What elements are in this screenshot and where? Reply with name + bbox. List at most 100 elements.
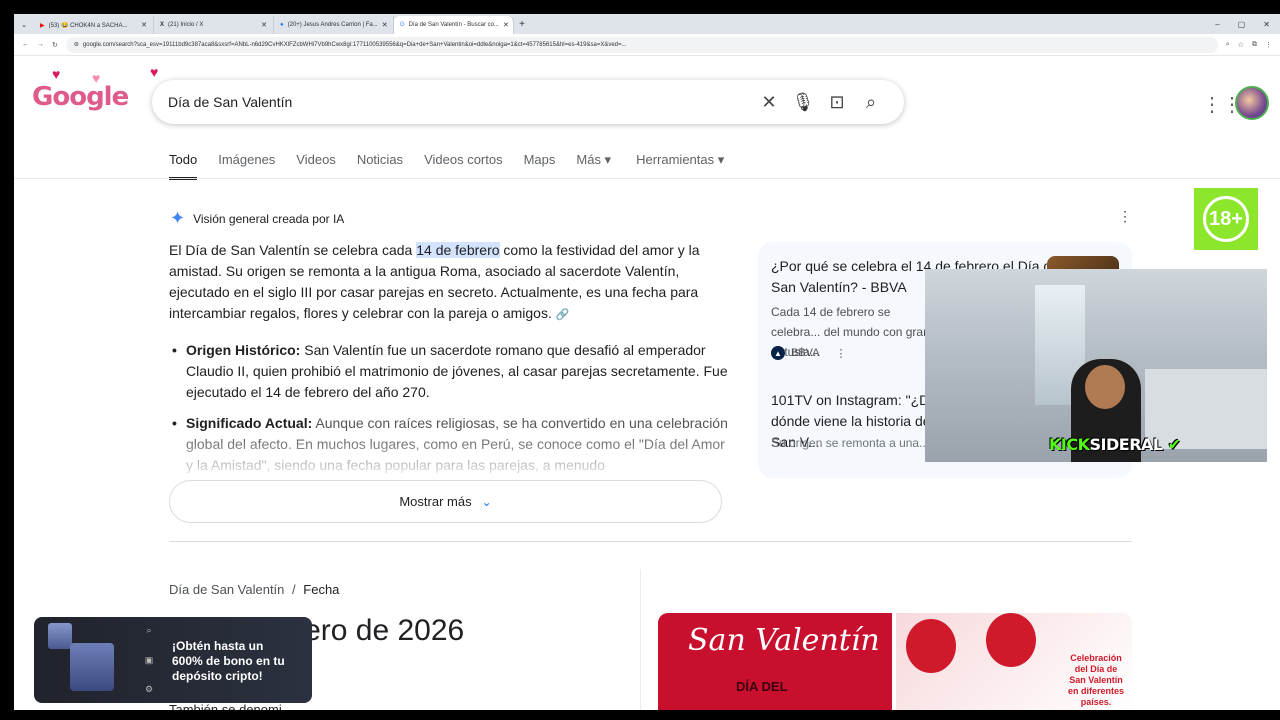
chevron-down-icon: ⌄ xyxy=(481,494,492,509)
facebook-icon: ● xyxy=(280,22,284,28)
camera-lens-icon[interactable]: ⊡ xyxy=(820,85,854,119)
search-box[interactable]: Día de San Valentín ✕ 🎙 ⊡ ⌕ xyxy=(152,80,904,124)
lock-icon[interactable]: ▣ xyxy=(145,655,154,666)
bbva-logo-icon: ▲ xyxy=(771,346,785,360)
avatar[interactable] xyxy=(1235,86,1269,120)
tab-noticias[interactable]: Noticias xyxy=(357,152,403,180)
verified-check-icon: ✔ xyxy=(1167,435,1181,454)
webcam-overlay: KICKSIDERAL ✔ xyxy=(925,269,1267,462)
search-icon[interactable]: ⌕ xyxy=(854,85,888,119)
list-item: Origen Histórico: San Valentín fue un sa… xyxy=(172,340,734,403)
tab-search-dropdown[interactable]: ⌄ xyxy=(14,16,34,34)
result-image[interactable]: San Valentín DÍA DEL xyxy=(658,613,892,710)
streamer-name: SIDERAL xyxy=(1089,435,1164,454)
source-attribution: ▲ BBVA ⋮ xyxy=(771,346,847,360)
browser-tab-youtube[interactable]: ▶ (53) 😂 CHOK4N a SACHA... ✕ xyxy=(34,16,154,34)
search-input[interactable]: Día de San Valentín xyxy=(168,94,752,110)
tab-imagenes[interactable]: Imágenes xyxy=(218,152,275,180)
bullet-title: Significado Actual: xyxy=(186,415,313,431)
tab-maps[interactable]: Maps xyxy=(524,152,556,180)
url-field[interactable]: ⊜ google.com/search?sca_esv=19111bd9c387… xyxy=(65,36,1218,53)
browser-tab-x[interactable]: X (21) Inicio / X ✕ xyxy=(154,16,274,34)
close-icon[interactable]: ✕ xyxy=(261,21,267,29)
kick-label: KICK xyxy=(1049,435,1090,454)
tab-label: (53) 😂 CHOK4N a SACHA... xyxy=(48,22,128,29)
new-tab-button[interactable]: + xyxy=(514,19,530,30)
column-divider xyxy=(640,569,641,710)
reload-icon[interactable]: ↻ xyxy=(52,41,58,49)
google-doodle-logo[interactable]: ♥ ♥ ♥ Google xyxy=(32,64,158,122)
ai-sparkle-icon: ✦ xyxy=(170,208,186,228)
source-name: BBVA xyxy=(791,347,820,359)
more-options-icon[interactable]: ⋮ xyxy=(1118,208,1132,225)
ai-overview-summary: El Día de San Valentín se celebra cada 1… xyxy=(169,240,729,326)
extensions-icon[interactable]: ⧉ xyxy=(1252,41,1257,49)
settings-icon[interactable]: ⚙ xyxy=(145,684,153,695)
section-divider xyxy=(169,541,1132,542)
close-icon[interactable]: ✕ xyxy=(503,21,509,29)
age-badge-text: 18+ xyxy=(1203,196,1249,242)
clear-icon[interactable]: ✕ xyxy=(752,85,786,119)
ai-overview-header: ✦ Visión general creada por IA xyxy=(170,208,344,229)
image-title: San Valentín xyxy=(688,623,880,658)
breadcrumb: Día de San Valentín / Fecha xyxy=(169,582,339,597)
close-window-icon[interactable]: ✕ xyxy=(1263,20,1270,29)
browser-tab-facebook[interactable]: ● (20+) Jesus Andres Carrion | Fa... ✕ xyxy=(274,16,394,34)
tab-todo[interactable]: Todo xyxy=(169,152,198,180)
search-icon[interactable]: ⌕ xyxy=(146,625,151,636)
more-options-icon[interactable]: ⋮ xyxy=(836,347,847,360)
balloon-icon xyxy=(986,613,1036,667)
breadcrumb-separator: / xyxy=(292,582,296,597)
streamer-watermark: KICKSIDERAL ✔ xyxy=(1049,435,1181,454)
search-nav-tabs: Todo Imágenes Videos Noticias Videos cor… xyxy=(169,152,724,180)
ad-message: ¡Obtén hasta un 600% de bono en tu depós… xyxy=(172,639,285,683)
close-icon[interactable]: ✕ xyxy=(141,21,147,29)
header-divider xyxy=(14,178,1280,179)
url-text: google.com/search?sca_esv=19111bd9c387ac… xyxy=(82,41,627,48)
age-18-badge: 18+ xyxy=(1194,188,1258,250)
tab-label: (20+) Jesus Andres Carrion | Fa... xyxy=(287,22,378,28)
ai-overview-title: Visión general creada por IA xyxy=(193,211,345,226)
logo-wordmark: Google xyxy=(32,82,129,112)
tab-strip: ⌄ ▶ (53) 😂 CHOK4N a SACHA... ✕ X (21) In… xyxy=(14,14,1280,34)
google-icon: G xyxy=(400,22,405,28)
gift-box-icon xyxy=(70,643,114,691)
maximize-icon[interactable]: ▢ xyxy=(1238,20,1246,29)
link-icon[interactable]: 🔗 xyxy=(556,309,570,321)
heart-icon: ♥ xyxy=(150,64,159,80)
menu-icon[interactable]: ⋮ xyxy=(1265,41,1272,49)
image-caption: Celebración del Día de San Valentín en d… xyxy=(1067,653,1125,707)
site-info-icon[interactable]: ⊜ xyxy=(74,41,79,48)
tab-herramientas[interactable]: Herramientas ▾ xyxy=(636,152,724,180)
forward-icon[interactable]: → xyxy=(37,41,44,48)
breadcrumb-root[interactable]: Día de San Valentín xyxy=(169,582,284,597)
highlighted-date: 14 de febrero xyxy=(416,242,500,258)
bookmark-star-icon[interactable]: ☆ xyxy=(1238,41,1244,49)
summary-text: El Día de San Valentín se celebra cada xyxy=(169,242,417,258)
breadcrumb-current: Fecha xyxy=(303,582,340,597)
tab-label: (21) Inicio / X xyxy=(168,22,204,28)
youtube-icon: ▶ xyxy=(40,22,45,29)
back-icon[interactable]: ← xyxy=(22,41,29,48)
tab-videos[interactable]: Videos xyxy=(296,152,336,180)
address-bar: ← → ↻ ⊜ google.com/search?sca_esv=19111b… xyxy=(14,34,1280,56)
microphone-icon[interactable]: 🎙 xyxy=(786,85,820,119)
close-icon[interactable]: ✕ xyxy=(382,21,388,29)
gift-box-icon xyxy=(48,623,72,649)
minimize-icon[interactable]: – xyxy=(1215,20,1219,29)
show-more-button[interactable]: Mostrar más ⌄ xyxy=(169,480,722,523)
bullet-title: Origen Histórico: xyxy=(186,342,301,358)
streamer-face xyxy=(1085,365,1125,409)
x-icon: X xyxy=(160,22,165,28)
result-image[interactable]: Celebración del Día de San Valentín en d… xyxy=(896,613,1132,710)
heart-icon: ♥ xyxy=(52,66,61,82)
zoom-icon[interactable]: ⌕ xyxy=(1226,41,1230,49)
tab-label: Día de San Valentín - Buscar co... xyxy=(408,22,499,28)
tab-videos-cortos[interactable]: Videos cortos xyxy=(424,152,503,180)
browser-tab-google[interactable]: G Día de San Valentín - Buscar co... ✕ xyxy=(394,16,514,34)
also-known-label: También se denomi... xyxy=(169,702,293,710)
tab-mas[interactable]: Más ▾ xyxy=(576,152,611,180)
browser-window: ⌄ ▶ (53) 😂 CHOK4N a SACHA... ✕ X (21) In… xyxy=(14,14,1280,710)
content-fade xyxy=(169,434,739,482)
crypto-ad-banner[interactable]: ⌕ ▣ ⚙ ¡Obtén hasta un 600% de bono en tu… xyxy=(34,617,312,703)
